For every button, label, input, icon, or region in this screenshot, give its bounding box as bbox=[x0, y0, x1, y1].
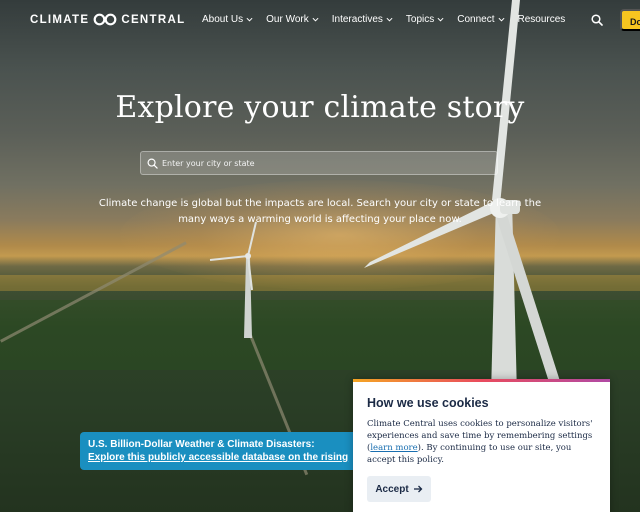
logo-text-right: CENTRAL bbox=[121, 13, 186, 26]
cookie-dialog: How we use cookies Climate Central uses … bbox=[353, 379, 610, 512]
donate-button[interactable]: Donate bbox=[620, 9, 640, 31]
nav-item-label: Connect bbox=[457, 14, 495, 25]
small-turbine bbox=[209, 221, 257, 338]
nav-item-label: Topics bbox=[405, 14, 435, 25]
hero-title: Explore your climate story bbox=[115, 90, 525, 125]
search-icon[interactable] bbox=[591, 14, 603, 26]
chevron-down-icon bbox=[437, 17, 444, 22]
accept-cookies-button[interactable]: Accept bbox=[367, 476, 431, 502]
nav-item-topics[interactable]: Topics bbox=[406, 14, 444, 25]
disasters-banner: U.S. Billion-Dollar Weather & Climate Di… bbox=[80, 432, 370, 470]
nav-item-about-us[interactable]: About Us bbox=[202, 14, 253, 25]
location-search-box[interactable] bbox=[140, 151, 498, 175]
chevron-down-icon bbox=[246, 17, 253, 22]
learn-more-link[interactable]: learn more bbox=[370, 443, 417, 453]
chevron-down-icon bbox=[498, 17, 504, 22]
cookie-title: How we use cookies bbox=[367, 396, 489, 410]
accept-label: Accept bbox=[375, 483, 409, 495]
banner-link[interactable]: Explore this publicly accessible databas… bbox=[88, 452, 348, 463]
arrow-right-icon bbox=[413, 485, 423, 493]
nav-item-label: About Us bbox=[202, 14, 244, 25]
nav-item-label: Our Work bbox=[266, 14, 309, 25]
nav-item-connect[interactable]: Connect bbox=[457, 14, 504, 25]
main-menu: About Us Our Work Interactives Topics Co… bbox=[202, 14, 578, 25]
cookie-text: Climate Central uses cookies to personal… bbox=[367, 418, 596, 466]
infinity-logo-icon bbox=[93, 13, 117, 26]
nav-item-label: Interactives bbox=[331, 14, 383, 25]
search-icon bbox=[147, 158, 158, 169]
nav-item-resources[interactable]: Resources bbox=[518, 14, 566, 25]
chevron-down-icon bbox=[386, 17, 393, 22]
logo-text-left: CLIMATE bbox=[30, 13, 90, 26]
nav-item-interactives[interactable]: Interactives bbox=[332, 14, 393, 25]
banner-title: U.S. Billion-Dollar Weather & Climate Di… bbox=[88, 439, 315, 450]
nav-item-our-work[interactable]: Our Work bbox=[266, 14, 319, 25]
top-navigation: CLIMATE CENTRAL About Us Our Work Intera… bbox=[0, 0, 640, 40]
chevron-down-icon bbox=[312, 17, 319, 22]
site-logo[interactable]: CLIMATE CENTRAL bbox=[30, 13, 185, 26]
nav-item-label: Resources bbox=[517, 14, 566, 25]
hero-description: Climate change is global but the impacts… bbox=[98, 198, 542, 225]
location-search-input[interactable] bbox=[162, 158, 482, 168]
